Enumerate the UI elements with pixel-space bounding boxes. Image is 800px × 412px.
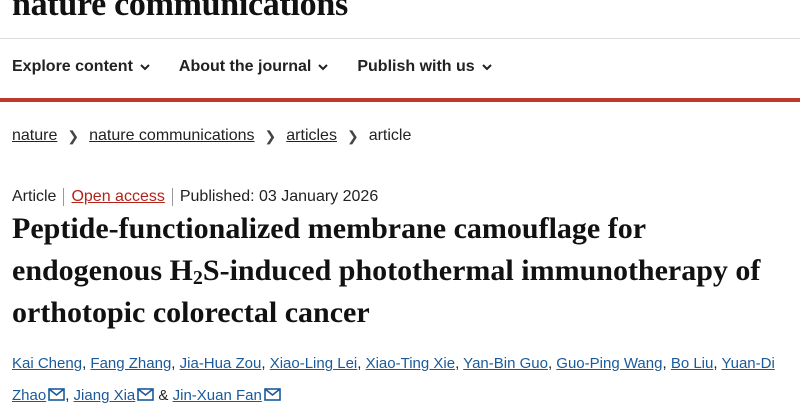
email-icon[interactable] xyxy=(264,388,281,401)
nav-about-journal[interactable]: About the journal xyxy=(179,58,329,76)
author-link[interactable]: Jin-Xuan Fan xyxy=(173,387,262,404)
header-divider xyxy=(0,38,800,39)
site-logo[interactable]: nature communications xyxy=(12,0,348,24)
nav-label: Publish with us xyxy=(357,58,475,75)
title-subscript: 2 xyxy=(192,267,203,289)
meta-divider xyxy=(63,188,65,206)
breadcrumb-link-articles[interactable]: articles xyxy=(286,127,337,145)
author-link[interactable]: Xiao-Ting Xie xyxy=(366,355,456,372)
breadcrumb: nature ❯ nature communications ❯ article… xyxy=(12,127,411,145)
author-list: Kai Cheng, Fang Zhang, Jia-Hua Zou, Xiao… xyxy=(12,355,775,404)
chevron-down-icon xyxy=(318,64,329,71)
author-link[interactable]: Fang Zhang xyxy=(90,355,171,372)
author-link[interactable]: Jia-Hua Zou xyxy=(180,355,262,372)
article-title: Peptide-functionalized membrane camoufla… xyxy=(12,208,792,334)
published-date: Published: 03 January 2026 xyxy=(179,188,379,205)
nav-label: About the journal xyxy=(178,58,312,75)
author-link[interactable]: Bo Liu xyxy=(671,355,714,372)
breadcrumb-current: article xyxy=(368,127,412,144)
email-icon[interactable] xyxy=(48,388,66,401)
article-type: Article xyxy=(12,188,57,205)
nav-explore-content[interactable]: Explore content xyxy=(12,58,151,76)
breadcrumb-link-nature[interactable]: nature xyxy=(12,127,57,145)
chevron-right-icon: ❯ xyxy=(67,127,80,144)
author-link[interactable]: Xiao-Ling Lei xyxy=(270,355,358,372)
chevron-down-icon xyxy=(140,64,150,71)
chevron-right-icon: ❯ xyxy=(346,127,359,144)
chevron-right-icon: ❯ xyxy=(264,127,277,144)
nav-publish-with-us[interactable]: Publish with us xyxy=(357,58,492,76)
author-link[interactable]: Guo-Ping Wang xyxy=(556,355,662,372)
email-icon[interactable] xyxy=(137,388,155,401)
author-link[interactable]: Jiang Xia xyxy=(74,387,136,404)
nav-label: Explore content xyxy=(12,58,133,75)
open-access-link[interactable]: Open access xyxy=(71,188,164,206)
chevron-down-icon xyxy=(481,64,492,71)
article-meta: Article Open access Published: 03 Januar… xyxy=(12,188,378,206)
meta-divider xyxy=(171,188,173,206)
breadcrumb-link-nature-communications[interactable]: nature communications xyxy=(89,127,254,145)
main-nav: Explore content About the journal Publis… xyxy=(12,58,493,76)
author-link[interactable]: Yan-Bin Guo xyxy=(463,355,548,372)
accent-bar xyxy=(0,98,800,102)
author-link[interactable]: Kai Cheng xyxy=(12,355,82,372)
